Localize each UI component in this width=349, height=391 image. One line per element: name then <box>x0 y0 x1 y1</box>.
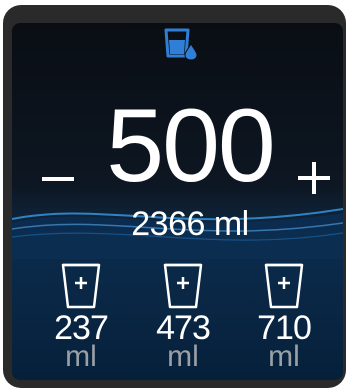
decrease-button[interactable] <box>40 168 76 190</box>
preset-unit: ml <box>167 340 199 373</box>
preset-button-2[interactable]: 473 ml <box>148 262 218 372</box>
increase-button[interactable] <box>296 160 332 196</box>
total-intake: 2366 ml <box>131 205 249 243</box>
preset-button-3[interactable]: 710 ml <box>249 262 319 372</box>
cup-add-icon <box>61 263 101 309</box>
current-amount: 500 <box>106 88 276 204</box>
preset-unit: ml <box>65 340 97 373</box>
preset-button-1[interactable]: 237 ml <box>46 262 116 372</box>
water-glass-drop-icon <box>164 28 198 61</box>
cup-add-icon <box>163 263 203 309</box>
preset-unit: ml <box>268 340 300 373</box>
cup-add-icon <box>264 263 304 309</box>
minus-icon <box>42 177 74 181</box>
